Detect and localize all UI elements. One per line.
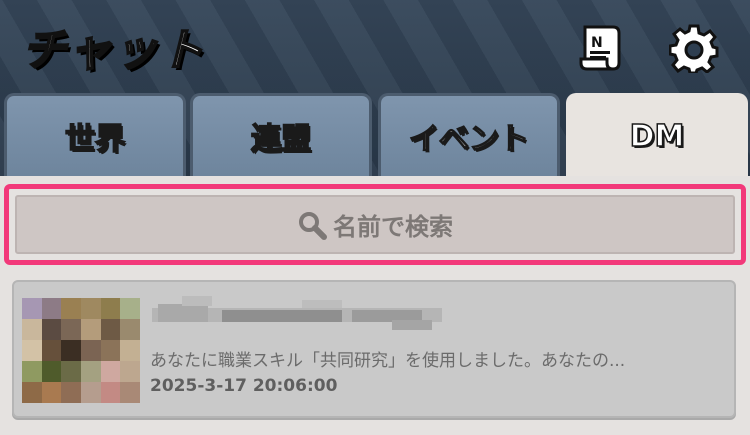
tab-alliance[interactable]: 連盟 [190,93,372,176]
message-preview: あなたに職業スキル「共同研究」を使用しました。あなたの... [150,351,626,371]
tab-event[interactable]: イベント [378,93,560,176]
page-title: チャット [21,24,206,77]
search-placeholder: 名前で検索 [333,213,453,241]
notice-board-icon[interactable]: N [574,22,626,74]
avatar [22,298,140,403]
tab-dm[interactable]: DM [566,93,748,176]
search-input[interactable]: 名前で検索 [15,195,735,254]
sender-name-blurred [152,296,442,332]
svg-text:N: N [591,35,603,51]
tab-world[interactable]: 世界 [4,93,186,176]
message-timestamp: 2025-3-17 20:06:00 [150,376,338,396]
search-highlight-frame: 名前で検索 [4,184,746,265]
search-icon [299,211,327,240]
dm-list-item[interactable]: あなたに職業スキル「共同研究」を使用しました。あなたの... 2025-3-17… [12,280,736,418]
gear-icon[interactable] [668,22,720,74]
chat-tabs: 世界 連盟 イベント DM [0,93,750,176]
